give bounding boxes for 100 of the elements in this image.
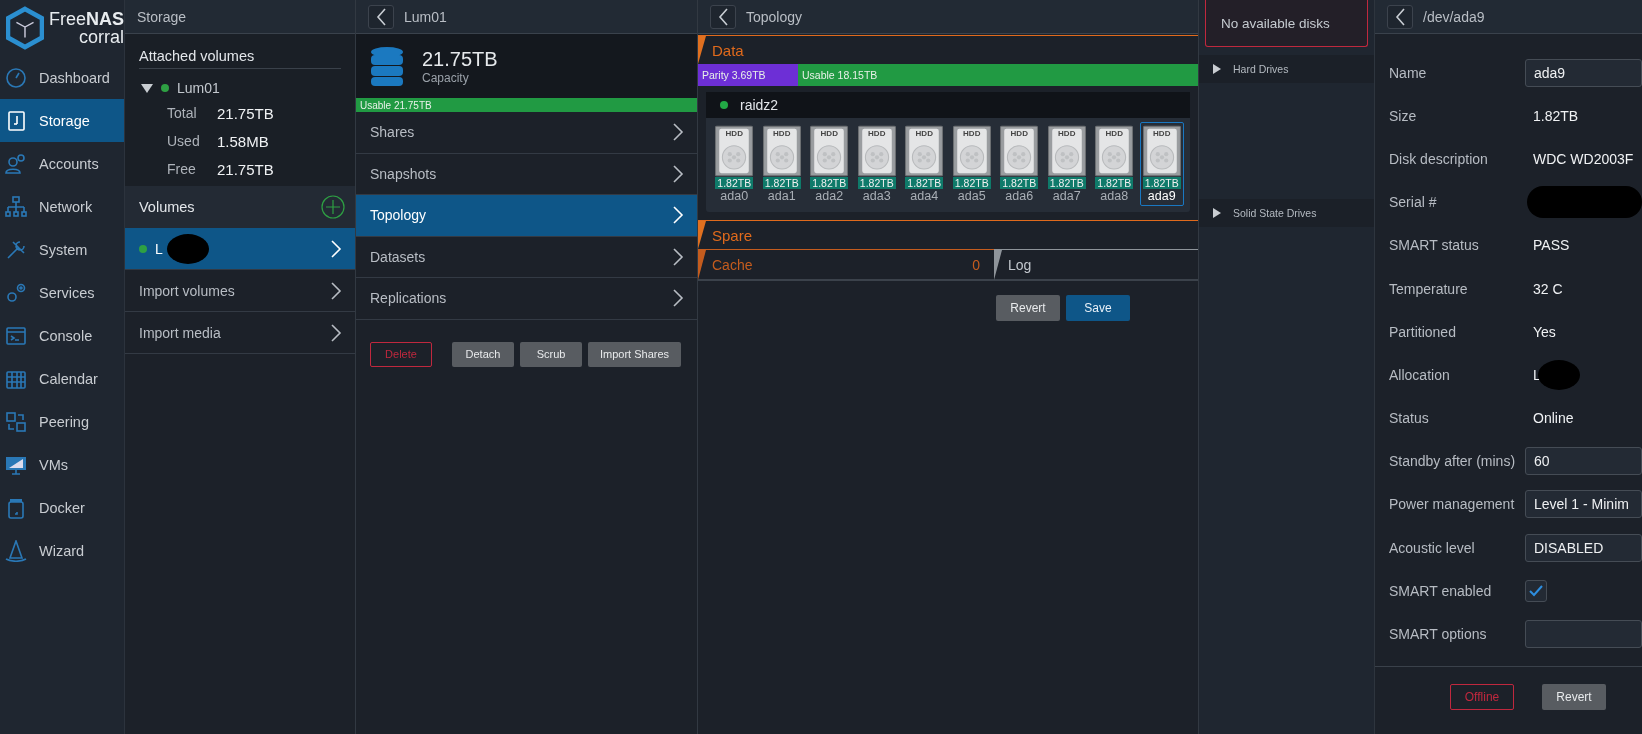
text-field[interactable]	[1525, 620, 1642, 649]
nav-item[interactable]: Accounts	[0, 142, 124, 185]
nav-item[interactable]: Wizard	[0, 529, 124, 572]
field-label: Status	[1389, 410, 1430, 427]
list-item[interactable]: Import media	[125, 312, 355, 354]
menu-item[interactable]: Replications	[356, 278, 697, 320]
nav-item[interactable]: System	[0, 228, 124, 271]
stat-value: 1.58MB	[217, 132, 269, 150]
field-label: SMART options	[1389, 626, 1488, 643]
menu-item[interactable]: Datasets	[356, 236, 697, 278]
menu-item[interactable]: Shares	[356, 112, 697, 154]
disk-item[interactable]: HDD 1.82TB ada5	[949, 122, 994, 206]
field-label: Acoustic level	[1389, 539, 1476, 556]
field-label: Allocation	[1389, 366, 1451, 383]
checkbox[interactable]	[1525, 579, 1547, 602]
stat-label: Used	[167, 133, 201, 149]
stat-value: 21.75TB	[217, 104, 274, 122]
disk-type-label: HDD	[962, 129, 982, 139]
nav-item[interactable]: Console	[0, 314, 124, 357]
disk-item[interactable]: HDD 1.82TB ada0	[712, 122, 757, 206]
disk-item[interactable]: HDD 1.82TB ada9	[1139, 122, 1184, 206]
disk-size: 1.82TB	[857, 177, 896, 189]
nav-item[interactable]: Docker	[0, 486, 124, 529]
action-button[interactable]: Import Shares	[588, 341, 682, 367]
disk-item[interactable]: HDD 1.82TB ada2	[807, 122, 852, 206]
disk-type-label: HDD	[1057, 129, 1077, 139]
stat-label: Free	[167, 161, 197, 177]
chevron-right-icon	[671, 205, 685, 226]
back-button[interactable]	[710, 4, 736, 29]
action-button[interactable]: Save	[1066, 295, 1130, 321]
chevron-left-icon	[375, 6, 387, 27]
group-header[interactable]: Hard Drives	[1199, 55, 1374, 83]
disk-item[interactable]: HDD 1.82TB ada6	[997, 122, 1042, 206]
nav-item[interactable]: VMs	[0, 443, 124, 486]
section-title: Attached volumes	[139, 48, 341, 69]
section-title: Log	[1008, 256, 1032, 273]
vdev-name: raidz2	[740, 97, 779, 113]
volume-name[interactable]: Lum01	[177, 80, 220, 96]
stat-label: Total	[167, 105, 198, 121]
select-field[interactable]: DISABLED	[1525, 533, 1642, 562]
list-item[interactable]: Import volumes	[125, 270, 355, 312]
nav-item[interactable]: Services	[0, 271, 124, 314]
disk-type-label: HDD	[867, 129, 887, 139]
nav-item[interactable]: Peering	[0, 400, 124, 443]
select-field[interactable]: Level 1 - Minim	[1525, 490, 1642, 519]
hard-drive-icon	[810, 125, 849, 177]
volume-item[interactable]: L	[125, 228, 355, 270]
disk-item[interactable]: HDD 1.82TB ada7	[1044, 122, 1089, 206]
tablet-icon	[5, 109, 27, 132]
disk-type-label: HDD	[819, 129, 839, 139]
swap-icon	[5, 410, 27, 433]
field-label: SMART enabled	[1389, 582, 1493, 599]
field-label: Temperature	[1389, 280, 1469, 297]
hard-drive-icon	[715, 125, 754, 177]
disk-item[interactable]: HDD 1.82TB ada3	[854, 122, 899, 206]
add-icon[interactable]	[321, 195, 345, 219]
hard-drive-icon	[1142, 125, 1181, 177]
back-button[interactable]	[368, 4, 394, 29]
network-icon	[5, 195, 27, 218]
cube-logo-icon	[6, 6, 44, 50]
action-button[interactable]: Detach	[452, 341, 514, 367]
group-header[interactable]: Solid State Drives	[1199, 199, 1374, 227]
action-button[interactable]: Scrub	[520, 341, 582, 367]
disk-size: 1.82TB	[905, 177, 944, 189]
check-icon	[1529, 584, 1543, 597]
field-value: WDC WD2003F	[1533, 150, 1634, 167]
disk-item[interactable]: HDD 1.82TB ada1	[759, 122, 804, 206]
section-title: Cache	[712, 256, 753, 273]
field-label: Partitioned	[1389, 323, 1457, 340]
nav-item[interactable]: Calendar	[0, 357, 124, 400]
nav-item[interactable]: Dashboard	[0, 56, 124, 99]
capacity-label: Capacity	[422, 70, 470, 85]
panel-title: Lum01	[404, 8, 447, 25]
chevron-right-icon	[671, 163, 685, 184]
nav-item[interactable]: Network	[0, 185, 124, 228]
disk-name: ada5	[957, 189, 986, 203]
disk-size: 1.82TB	[1047, 177, 1086, 189]
nav-item[interactable]: Storage	[0, 99, 124, 142]
section-title: Volumes	[139, 199, 195, 215]
field-value: 1.82TB	[1533, 107, 1579, 124]
disk-item[interactable]: HDD 1.82TB ada4	[902, 122, 947, 206]
field-label: Name	[1389, 64, 1428, 81]
cache-count: 0	[972, 256, 980, 273]
capacity-value: 21.75TB	[422, 47, 498, 71]
action-button[interactable]: Revert	[996, 295, 1060, 321]
back-button[interactable]	[1387, 4, 1413, 29]
chevron-right-icon	[329, 280, 343, 301]
text-field[interactable]: ada9	[1525, 58, 1642, 87]
text-field[interactable]: 60	[1525, 447, 1642, 476]
disk-name: ada1	[767, 189, 796, 203]
action-button[interactable]: Revert	[1542, 683, 1606, 710]
field-value: Online	[1533, 410, 1574, 427]
chevron-right-icon	[671, 122, 685, 143]
disk-item[interactable]: HDD 1.82TB ada8	[1092, 122, 1137, 206]
chevron-right-icon	[329, 322, 343, 343]
caret-down-icon[interactable]	[141, 83, 153, 93]
chevron-left-icon	[1394, 6, 1406, 27]
menu-item[interactable]: Topology	[356, 195, 697, 237]
disk-name: ada2	[815, 189, 844, 203]
section-title: Spare	[712, 226, 753, 244]
